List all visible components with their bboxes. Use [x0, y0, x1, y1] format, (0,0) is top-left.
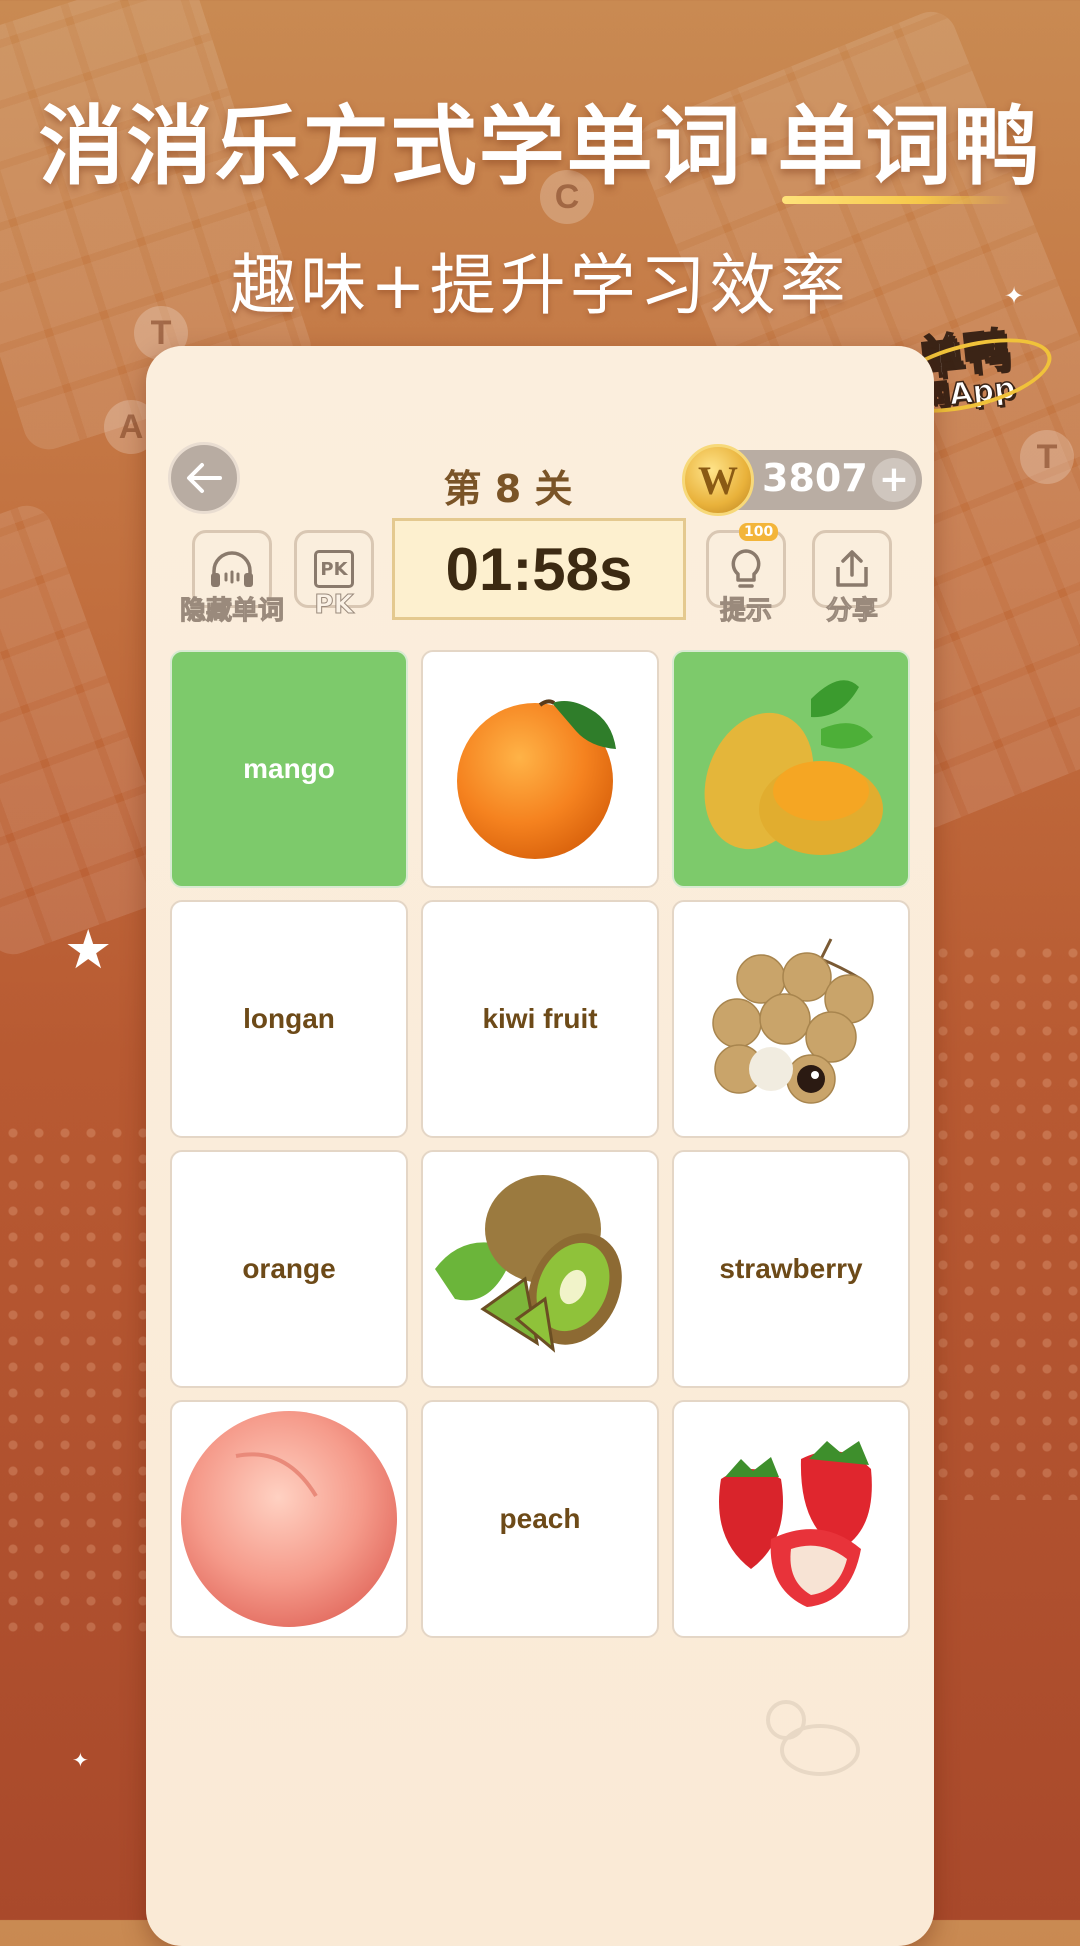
- card-word: longan: [243, 1003, 335, 1034]
- level-title: 第 8 关: [443, 467, 573, 511]
- coin-balance: W 3807 +: [682, 444, 922, 516]
- hint-cost-badge: 100: [739, 523, 779, 541]
- star-icon: ★: [64, 918, 113, 981]
- headline-underline: [782, 196, 1012, 204]
- card-grid: mango longan kiwi fruit orange strawberr…: [170, 650, 910, 1638]
- share-label: 分享: [825, 596, 878, 627]
- image-card-mango[interactable]: [672, 650, 910, 888]
- image-card-strawberry[interactable]: [672, 1400, 910, 1638]
- background-letter-t2: T: [1020, 430, 1074, 484]
- card-word: orange: [242, 1253, 336, 1284]
- sparkle-icon: ✦: [72, 1748, 89, 1772]
- card-word: strawberry: [719, 1253, 863, 1284]
- background-dots-right: [930, 940, 1080, 1500]
- orange-image: [457, 699, 616, 859]
- back-button[interactable]: [168, 442, 240, 514]
- duck-watermark-icon: [756, 1690, 866, 1780]
- image-card-longan[interactable]: [672, 900, 910, 1138]
- game-header: 第 8 关 W 3807 +: [168, 440, 922, 520]
- word-card-kiwi-fruit[interactable]: kiwi fruit: [421, 900, 659, 1138]
- headline: 消消乐方式学单词·单词鸭: [38, 97, 1042, 197]
- card-word: mango: [243, 753, 335, 784]
- word-card-mango[interactable]: mango: [170, 650, 408, 888]
- longan-image: [712, 938, 874, 1104]
- toolbar: 隐藏单词 PK PK 01:58s 100 提示 分享: [168, 518, 914, 628]
- word-card-strawberry[interactable]: strawberry: [672, 1150, 910, 1388]
- strawberry-image: [719, 1441, 872, 1607]
- image-card-peach[interactable]: [170, 1400, 408, 1638]
- pk-label: PK: [314, 590, 354, 621]
- background-dots-left: [0, 1120, 150, 1640]
- image-card-orange[interactable]: [421, 650, 659, 888]
- countdown-timer: 01:58s: [392, 518, 686, 620]
- word-card-orange[interactable]: orange: [170, 1150, 408, 1388]
- kiwi-image: [435, 1175, 622, 1353]
- arrow-left-icon: [187, 463, 222, 493]
- image-card-kiwi[interactable]: [421, 1150, 659, 1388]
- add-coins-button[interactable]: +: [872, 458, 916, 502]
- card-word: peach: [499, 1503, 581, 1534]
- card-word: kiwi fruit: [482, 1003, 598, 1034]
- share-icon: [836, 550, 868, 587]
- headphones-icon: [211, 551, 253, 587]
- pk-icon: PK: [314, 550, 354, 588]
- word-card-peach[interactable]: peach: [421, 1400, 659, 1638]
- coin-count: 3807: [762, 456, 868, 500]
- lightbulb-icon: [731, 549, 761, 588]
- word-card-longan[interactable]: longan: [170, 900, 408, 1138]
- mango-image: [704, 680, 883, 855]
- peach-image: [181, 1411, 397, 1627]
- coin-icon: W: [682, 444, 754, 516]
